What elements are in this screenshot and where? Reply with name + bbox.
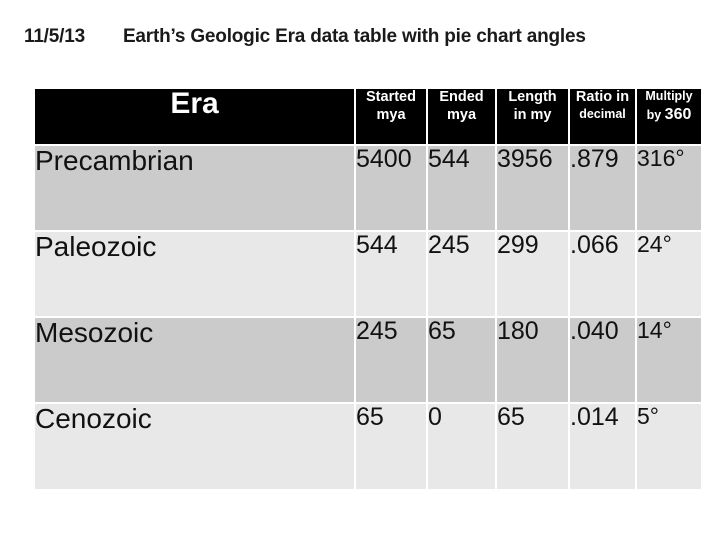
cell-ratio-decimal: .040 bbox=[569, 317, 637, 404]
cell-era: Precambrian bbox=[35, 145, 356, 232]
column-header-started-line1: Started bbox=[366, 89, 416, 105]
table-body: Precambrian 5400 544 3956 .879 316° Pale… bbox=[35, 145, 701, 489]
cell-length-my: 65 bbox=[496, 403, 570, 489]
cell-length-my: 180 bbox=[496, 317, 570, 404]
cell-ratio-decimal: .879 bbox=[569, 145, 637, 232]
column-header-ended-mya: Ended mya bbox=[427, 89, 497, 146]
geologic-era-table: Era Started mya Ended mya Length in my R… bbox=[35, 89, 701, 489]
table-row: Precambrian 5400 544 3956 .879 316° bbox=[35, 145, 701, 232]
cell-angle-degrees: 24° bbox=[636, 231, 701, 318]
cell-ended-mya: 245 bbox=[427, 231, 497, 318]
table-header: Era Started mya Ended mya Length in my R… bbox=[35, 89, 701, 146]
cell-era: Cenozoic bbox=[35, 403, 356, 489]
cell-angle-degrees: 14° bbox=[636, 317, 701, 404]
cell-ratio-decimal: .066 bbox=[569, 231, 637, 318]
column-header-ratio-in-decimal: Ratio in decimal bbox=[569, 89, 637, 146]
column-header-multiply-prefix: by bbox=[646, 107, 665, 122]
column-header-era: Era bbox=[35, 89, 356, 146]
cell-era: Paleozoic bbox=[35, 231, 356, 318]
table-row: Mesozoic 245 65 180 .040 14° bbox=[35, 317, 701, 404]
column-header-ended-line2: mya bbox=[446, 106, 477, 123]
page-title: Earth’s Geologic Era data table with pie… bbox=[122, 26, 586, 47]
column-header-multiply-value: 360 bbox=[664, 105, 692, 123]
cell-length-my: 3956 bbox=[496, 145, 570, 232]
column-header-length-line1: Length bbox=[508, 89, 557, 105]
cell-started-mya: 245 bbox=[355, 317, 428, 404]
cell-ended-mya: 544 bbox=[427, 145, 497, 232]
column-header-length-in-my: Length in my bbox=[496, 89, 570, 146]
column-header-multiply-line2: by 360 bbox=[637, 105, 701, 125]
column-header-ended-line1: Ended bbox=[439, 89, 484, 105]
cell-ended-mya: 0 bbox=[427, 403, 497, 489]
cell-angle-degrees: 316° bbox=[636, 145, 701, 232]
table-row: Cenozoic 65 0 65 .014 5° bbox=[35, 403, 701, 489]
slide-title-bar: 11/5/13 Earth’s Geologic Era data table … bbox=[0, 26, 720, 60]
column-header-ratio-line2: decimal bbox=[579, 106, 626, 121]
column-header-multiply-line1: Multiply bbox=[645, 89, 693, 103]
column-header-started-line2: mya bbox=[376, 106, 406, 123]
cell-started-mya: 5400 bbox=[355, 145, 428, 232]
cell-angle-degrees: 5° bbox=[636, 403, 701, 489]
cell-era: Mesozoic bbox=[35, 317, 356, 404]
cell-started-mya: 544 bbox=[355, 231, 428, 318]
cell-length-my: 299 bbox=[496, 231, 570, 318]
table-row: Paleozoic 544 245 299 .066 24° bbox=[35, 231, 701, 318]
slide-date: 11/5/13 bbox=[24, 26, 85, 47]
cell-ended-mya: 65 bbox=[427, 317, 497, 404]
cell-started-mya: 65 bbox=[355, 403, 428, 489]
table-header-row: Era Started mya Ended mya Length in my R… bbox=[35, 89, 701, 146]
cell-ratio-decimal: .014 bbox=[569, 403, 637, 489]
column-header-multiply-by-360: Multiply by 360 bbox=[636, 89, 701, 146]
column-header-started-mya: Started mya bbox=[355, 89, 428, 146]
column-header-ratio-line1: Ratio in bbox=[575, 89, 630, 105]
column-header-length-line2: in my bbox=[513, 106, 552, 123]
